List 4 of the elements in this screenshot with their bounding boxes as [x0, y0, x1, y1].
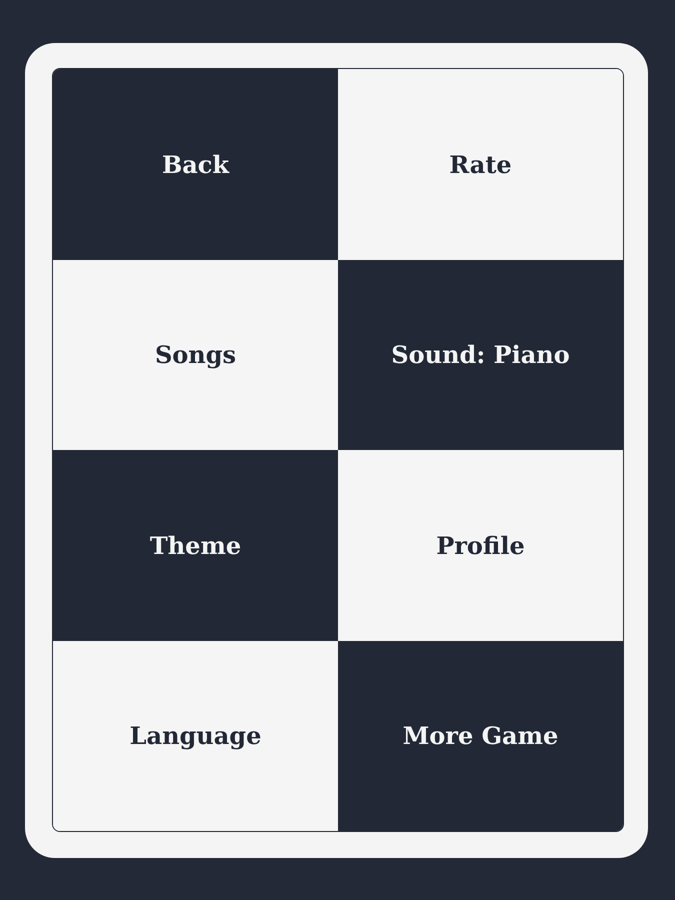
menu-tile[interactable]: Back: [53, 69, 338, 260]
menu-tile[interactable]: Sound: Piano: [338, 260, 623, 450]
menu-tile[interactable]: Theme: [53, 450, 338, 640]
menu-tile[interactable]: More Game: [338, 640, 623, 831]
